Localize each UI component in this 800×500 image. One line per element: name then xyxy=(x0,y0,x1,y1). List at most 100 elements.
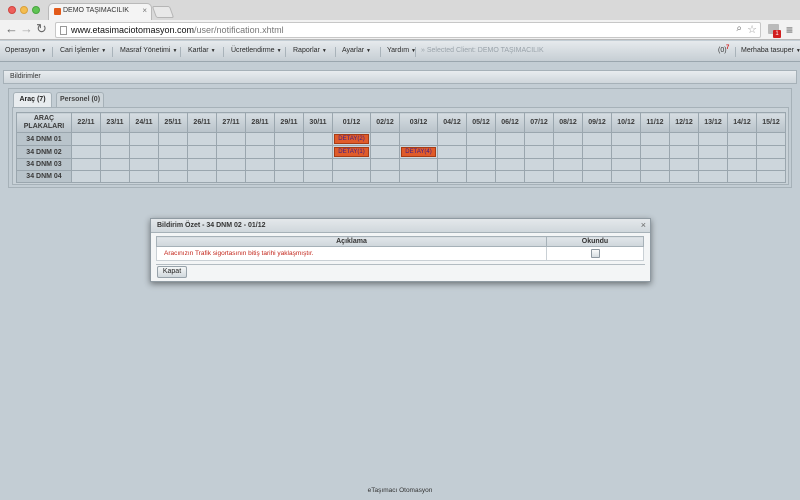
date-column-header: 14/12 xyxy=(727,112,757,133)
menu-kartlar[interactable]: Kartlar ▼ xyxy=(188,47,216,54)
vehicle-plate: 34 DNM 03 xyxy=(16,158,72,171)
address-bar[interactable]: www.etasimaciotomasyon.com/user/notifica… xyxy=(55,22,761,38)
detail-button[interactable]: DETAY(2) xyxy=(334,134,369,144)
detail-button[interactable]: DETAY(1) xyxy=(334,147,369,157)
grid-cell xyxy=(495,170,525,183)
menu-divider xyxy=(735,47,736,57)
grid-cell xyxy=(640,132,670,146)
grid-cell xyxy=(100,170,130,183)
grid-cell xyxy=(303,170,333,183)
back-arrow-icon[interactable]: ← xyxy=(5,21,18,37)
menu-ucretlendirme[interactable]: Ücretlendirme ▼ xyxy=(231,47,282,54)
menu-ayarlar[interactable]: Ayarlar ▼ xyxy=(342,47,371,54)
hamburger-icon[interactable]: ≡ xyxy=(786,24,793,36)
menu-divider xyxy=(180,47,181,57)
date-column-header: 23/11 xyxy=(100,112,130,133)
grid-cell xyxy=(216,158,246,171)
reload-icon[interactable]: ↻ xyxy=(36,21,47,37)
grid-cell xyxy=(727,132,757,146)
grid-cell xyxy=(553,132,583,146)
grid-cell xyxy=(399,158,438,171)
grid-cell xyxy=(216,145,246,159)
star-icon[interactable]: ☆ xyxy=(747,23,757,36)
user-menu[interactable]: Merhaba tasuper ▼ xyxy=(741,47,800,54)
panel-title: Bildirimler xyxy=(10,73,41,80)
grid-cell xyxy=(495,145,525,159)
date-column-header: 02/12 xyxy=(370,112,400,133)
grid-cell xyxy=(524,170,554,183)
tab-personel[interactable]: Personel (0) xyxy=(56,92,104,107)
grid-cell xyxy=(495,132,525,146)
notifications-tabview: Araç (7) Personel (0) ARAÇ PLAKALARI 22/1… xyxy=(8,88,792,188)
vehicle-plate: 34 DNM 02 xyxy=(16,145,72,159)
menu-operasyon[interactable]: Operasyon ▼ xyxy=(5,47,46,54)
grid-cell xyxy=(553,170,583,183)
grid-cell xyxy=(158,158,188,171)
maximize-window-icon[interactable] xyxy=(32,6,40,14)
browser-tab[interactable]: DEMO TAŞIMACILIK × xyxy=(48,3,152,20)
plate-column-header: ARAÇ PLAKALARI xyxy=(16,112,72,133)
vehicle-plate: 34 DNM 01 xyxy=(16,132,72,146)
forward-arrow-icon[interactable]: → xyxy=(20,21,33,37)
menu-cari-islemler[interactable]: Cari İşlemler ▼ xyxy=(60,47,106,54)
notification-text: Aracınızın Trafik sigortasının bitiş tar… xyxy=(156,246,547,261)
grid-cell xyxy=(274,158,304,171)
vehicle-notification-grid: ARAÇ PLAKALARI 22/11 23/11 24/11 25/11 26/11 2… xyxy=(16,112,786,183)
date-column-header: 22/11 xyxy=(71,112,101,133)
date-column-header: 12/12 xyxy=(669,112,699,133)
close-window-icon[interactable] xyxy=(8,6,16,14)
date-column-header: 26/11 xyxy=(187,112,217,133)
chevron-down-icon: ▼ xyxy=(210,48,216,54)
grid-cell xyxy=(495,158,525,171)
grid-cell xyxy=(524,158,554,171)
zoom-icon[interactable]: ⌕ xyxy=(736,23,742,34)
grid-cell xyxy=(611,170,641,183)
date-column-header: 30/11 xyxy=(303,112,333,133)
grid-cell xyxy=(245,170,275,183)
date-column-header: 09/12 xyxy=(582,112,612,133)
grid-cell xyxy=(611,145,641,159)
table-row: 34 DNM 01 DETAY(2) xyxy=(16,132,786,146)
footer-text: eTaşımacı Otomasyon xyxy=(367,487,433,494)
menu-divider xyxy=(380,47,381,57)
grid-cell xyxy=(698,132,728,146)
grid-cell xyxy=(303,145,333,159)
detail-button[interactable]: DETAY(4) xyxy=(401,147,436,157)
dialog-close-icon[interactable]: × xyxy=(641,220,646,230)
minimize-window-icon[interactable] xyxy=(20,6,28,14)
chevron-down-icon: ▼ xyxy=(321,48,327,54)
menu-divider xyxy=(112,47,113,57)
grid-cell xyxy=(158,170,188,183)
menu-masraf-yonetimi[interactable]: Masraf Yönetimi ▼ xyxy=(120,47,177,54)
date-column-header: 03/12 xyxy=(399,112,438,133)
panel-header: Bildirimler xyxy=(3,70,797,84)
close-button[interactable]: Kapat xyxy=(157,266,187,278)
table-row: 34 DNM 03 xyxy=(16,158,786,171)
grid-cell: DETAY(2) xyxy=(332,132,371,146)
browser-toolbar: ← → ↻ www.etasimaciotomasyon.com/user/no… xyxy=(0,20,800,40)
grid-cell xyxy=(274,170,304,183)
chevron-down-icon: ▼ xyxy=(172,48,178,54)
grid-cell xyxy=(756,170,786,183)
url-text: www.etasimaciotomasyon.com/user/notifica… xyxy=(71,25,284,35)
browser-tabstrip: DEMO TAŞIMACILIK × xyxy=(0,0,800,20)
menu-yardim[interactable]: Yardım ▼ xyxy=(387,47,416,54)
grid-cell xyxy=(669,170,699,183)
grid-cell xyxy=(669,145,699,159)
tab-arac[interactable]: Araç (7) xyxy=(13,92,52,107)
grid-cell xyxy=(524,132,554,146)
read-checkbox[interactable] xyxy=(590,249,600,258)
menu-raporlar[interactable]: Raporlar ▼ xyxy=(293,47,327,54)
browser-tab-title: DEMO TAŞIMACILIK xyxy=(63,7,129,14)
grid-cell xyxy=(245,145,275,159)
grid-cell xyxy=(187,170,217,183)
new-tab-button[interactable] xyxy=(151,6,175,18)
date-column-header: 28/11 xyxy=(245,112,275,133)
grid-cell xyxy=(100,145,130,159)
date-column-header: 07/12 xyxy=(524,112,554,133)
grid-cell xyxy=(332,170,371,183)
tab-close-icon[interactable]: × xyxy=(142,6,147,15)
grid-cell xyxy=(274,132,304,146)
grid-cell xyxy=(437,158,467,171)
date-column-header: 15/12 xyxy=(756,112,786,133)
